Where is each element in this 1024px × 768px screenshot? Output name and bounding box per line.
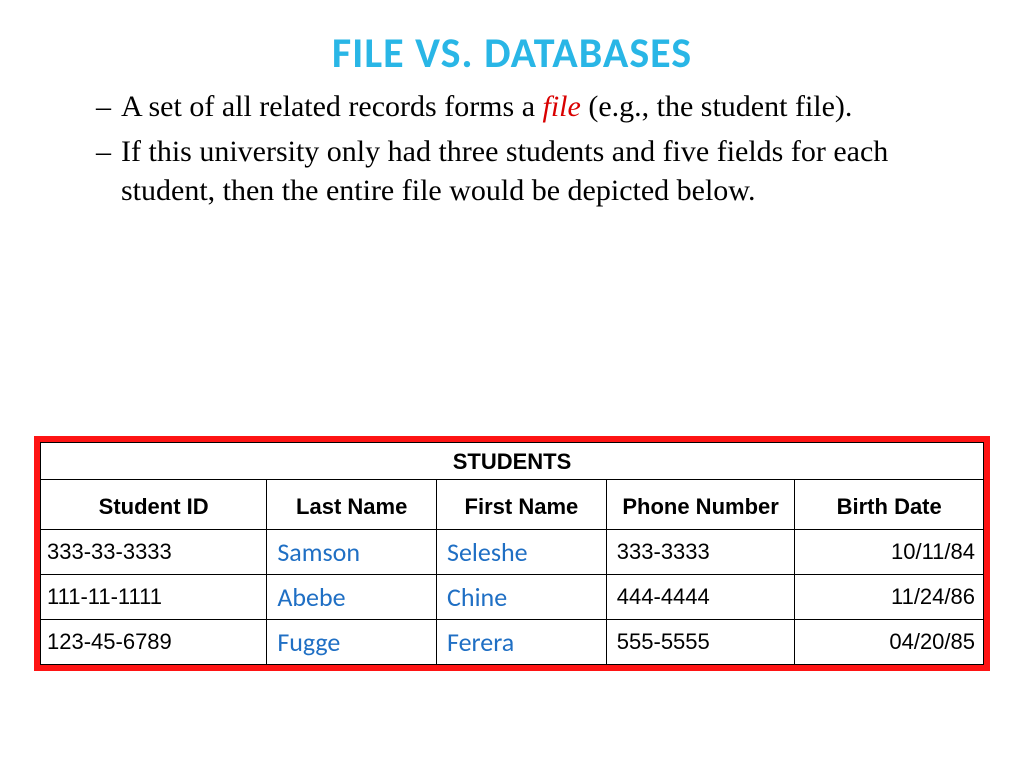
- table-row: 123-45-6789 Fugge Ferera 555-5555 04/20/…: [41, 620, 984, 665]
- table-caption: STUDENTS: [41, 443, 984, 480]
- col-header-student-id: Student ID: [41, 480, 267, 530]
- cell-first-name: Seleshe: [437, 530, 607, 575]
- table-row: 333-33-3333 Samson Seleshe 333-3333 10/1…: [41, 530, 984, 575]
- cell-phone: 555-5555: [606, 620, 795, 665]
- cell-birth-date: 10/11/84: [795, 530, 984, 575]
- cell-first-name: Ferera: [437, 620, 607, 665]
- bullet-list: – A set of all related records forms a f…: [40, 87, 984, 210]
- col-header-last-name: Last Name: [267, 480, 437, 530]
- cell-student-id: 123-45-6789: [41, 620, 267, 665]
- table-header-row: Student ID Last Name First Name Phone Nu…: [41, 480, 984, 530]
- keyword-file: file: [543, 90, 581, 123]
- cell-birth-date: 04/20/85: [795, 620, 984, 665]
- bullet-text: A set of all related records forms a fil…: [121, 87, 964, 126]
- bullet-text: If this university only had three studen…: [121, 132, 964, 210]
- col-header-phone: Phone Number: [606, 480, 795, 530]
- cell-birth-date: 11/24/86: [795, 575, 984, 620]
- cell-last-name: Samson: [267, 530, 437, 575]
- cell-last-name: Abebe: [267, 575, 437, 620]
- cell-student-id: 333-33-3333: [41, 530, 267, 575]
- bullet-item: – If this university only had three stud…: [96, 132, 964, 210]
- cell-student-id: 111-11-1111: [41, 575, 267, 620]
- students-table-container: STUDENTS Student ID Last Name First Name…: [34, 436, 990, 671]
- bullet-dash-icon: –: [96, 87, 111, 126]
- cell-phone: 444-4444: [606, 575, 795, 620]
- slide-title: FILE VS. DATABASES: [40, 28, 984, 79]
- students-table: STUDENTS Student ID Last Name First Name…: [40, 442, 984, 665]
- col-header-first-name: First Name: [437, 480, 607, 530]
- col-header-birth-date: Birth Date: [795, 480, 984, 530]
- bullet-dash-icon: –: [96, 132, 111, 210]
- table-row: 111-11-1111 Abebe Chine 444-4444 11/24/8…: [41, 575, 984, 620]
- cell-first-name: Chine: [437, 575, 607, 620]
- bullet-item: – A set of all related records forms a f…: [96, 87, 964, 126]
- cell-last-name: Fugge: [267, 620, 437, 665]
- cell-phone: 333-3333: [606, 530, 795, 575]
